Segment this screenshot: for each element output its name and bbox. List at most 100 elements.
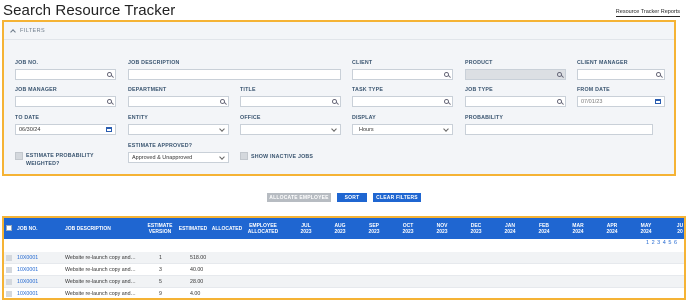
- cell-job-no[interactable]: 10X0001: [17, 264, 38, 276]
- estimate-probability-weighted-label: ESTIMATE PROBABILITY: [26, 153, 94, 159]
- from-date-value: 07/01/23: [581, 98, 603, 105]
- task-type-input[interactable]: [352, 96, 453, 107]
- estimate-approved-label: ESTIMATE APPROVED?: [128, 143, 193, 149]
- search-icon[interactable]: [107, 99, 112, 104]
- page-link[interactable]: 4: [663, 240, 666, 246]
- col-month[interactable]: DEC 2023: [461, 218, 491, 239]
- col-month[interactable]: FEB 2024: [529, 218, 559, 239]
- row-checkbox[interactable]: [6, 279, 12, 285]
- client-input[interactable]: [352, 69, 453, 80]
- table-row[interactable]: 10X0001 Website re-launch copy and… 5 28.00: [4, 276, 684, 288]
- page-link[interactable]: 6: [674, 240, 677, 246]
- product-label: PRODUCT: [465, 60, 493, 66]
- col-month[interactable]: JAN 2024: [495, 218, 525, 239]
- calendar-icon[interactable]: [106, 127, 112, 132]
- display-select[interactable]: Hours: [352, 124, 453, 135]
- show-inactive-jobs-checkbox[interactable]: [240, 152, 248, 160]
- department-label: DEPARTMENT: [128, 87, 167, 93]
- job-no-label: JOB NO.: [15, 60, 39, 66]
- cell-job-no[interactable]: 10X0001: [17, 252, 38, 264]
- job-description-input[interactable]: [128, 69, 341, 80]
- search-icon[interactable]: [220, 99, 225, 104]
- page-title: Search Resource Tracker: [3, 2, 176, 19]
- cell-job-description: Website re-launch copy and…: [65, 255, 136, 261]
- col-month[interactable]: NOV 2023: [427, 218, 457, 239]
- col-employee-allocated[interactable]: EMPLOYEE ALLOCATED: [245, 218, 281, 239]
- table-row[interactable]: 10X0001 Website re-launch copy and… 9 4.00: [4, 288, 684, 298]
- display-label: DISPLAY: [352, 115, 376, 121]
- to-date-value: 06/30/24: [19, 126, 41, 133]
- search-icon[interactable]: [656, 72, 661, 77]
- select-all-checkbox[interactable]: [6, 225, 12, 231]
- col-job-no[interactable]: JOB NO.: [17, 218, 57, 239]
- row-checkbox[interactable]: [6, 255, 12, 261]
- cell-job-no[interactable]: 10X0001: [17, 276, 38, 288]
- results-grid: JOB NO. JOB DESCRIPTION ESTIMATE VERSION…: [2, 216, 686, 300]
- office-select[interactable]: [240, 124, 341, 135]
- col-month[interactable]: SEP 2023: [359, 218, 389, 239]
- title-input[interactable]: [240, 96, 341, 107]
- row-checkbox[interactable]: [6, 291, 12, 297]
- search-icon[interactable]: [444, 72, 449, 77]
- col-month-year: 2024: [606, 228, 618, 235]
- search-icon[interactable]: [332, 99, 337, 104]
- probability-label: PROBABILITY: [465, 115, 504, 121]
- page-link[interactable]: 1: [646, 240, 649, 246]
- entity-select[interactable]: [128, 124, 229, 135]
- estimate-approved-select[interactable]: Approved & Unapproved: [128, 152, 229, 163]
- search-icon[interactable]: [107, 72, 112, 77]
- chevron-down-icon: [219, 154, 225, 160]
- cell-estimate-version: 3: [159, 267, 162, 273]
- to-date-label: TO DATE: [15, 115, 40, 121]
- col-month-year: 2023: [334, 228, 346, 235]
- col-month[interactable]: AUG 2023: [325, 218, 355, 239]
- calendar-icon[interactable]: [655, 99, 661, 104]
- col-month[interactable]: OCT 2023: [393, 218, 423, 239]
- client-manager-input[interactable]: [577, 69, 665, 80]
- probability-input[interactable]: [465, 124, 653, 135]
- search-icon[interactable]: [444, 99, 449, 104]
- clear-filters-button[interactable]: CLEAR FILTERS: [373, 193, 421, 202]
- col-month-year: 2024: [504, 228, 516, 235]
- job-type-input[interactable]: [465, 96, 566, 107]
- table-row[interactable]: 10X0001 Website re-launch copy and… 3 40.00: [4, 264, 684, 276]
- chevron-down-icon: [219, 126, 225, 132]
- page-link[interactable]: 3: [657, 240, 660, 246]
- from-date-input[interactable]: 07/01/23: [577, 96, 665, 107]
- display-value: Hours: [359, 126, 374, 133]
- page-link[interactable]: 2: [652, 240, 655, 246]
- product-input: [465, 69, 566, 80]
- page-link[interactable]: 5: [668, 240, 671, 246]
- col-month-year: 2023: [470, 228, 482, 235]
- pagination: 1 2 3 4 5 6: [646, 240, 677, 246]
- col-estimated[interactable]: ESTIMATED: [177, 218, 209, 239]
- col-month[interactable]: APR 2024: [597, 218, 627, 239]
- filters-toggle[interactable]: FILTERS: [4, 22, 674, 40]
- job-no-input[interactable]: [15, 69, 116, 80]
- col-month-year: 2023: [368, 228, 380, 235]
- client-label: CLIENT: [352, 60, 373, 66]
- sort-button[interactable]: SORT: [337, 193, 367, 202]
- col-estimate-version[interactable]: ESTIMATE VERSION: [145, 218, 175, 239]
- col-month[interactable]: JU 20: [665, 218, 684, 239]
- table-row[interactable]: 10X0001 Website re-launch copy and… 1 518.0…: [4, 252, 684, 264]
- col-month[interactable]: MAY 2024: [631, 218, 661, 239]
- to-date-input[interactable]: 06/30/24: [15, 124, 116, 135]
- estimate-approved-value: Approved & Unapproved: [132, 154, 193, 161]
- department-input[interactable]: [128, 96, 229, 107]
- resource-tracker-reports-link[interactable]: Resource Tracker Reports: [615, 9, 680, 17]
- col-month-year: 2023: [436, 228, 448, 235]
- col-month-year: 20: [677, 228, 683, 235]
- col-month[interactable]: JUL 2023: [291, 218, 321, 239]
- allocate-employee-button[interactable]: ALLOCATE EMPLOYEE: [267, 193, 331, 202]
- col-month[interactable]: MAR 2024: [563, 218, 593, 239]
- col-job-description[interactable]: JOB DESCRIPTION: [65, 218, 135, 239]
- estimate-probability-weighted-checkbox[interactable]: [15, 152, 23, 160]
- col-allocated[interactable]: ALLOCATED: [210, 218, 244, 239]
- job-manager-input[interactable]: [15, 96, 116, 107]
- chevron-down-icon: [443, 126, 449, 132]
- search-icon[interactable]: [557, 99, 562, 104]
- chevron-down-icon: [331, 126, 337, 132]
- row-checkbox[interactable]: [6, 267, 12, 273]
- cell-job-no[interactable]: 10X0001: [17, 288, 38, 298]
